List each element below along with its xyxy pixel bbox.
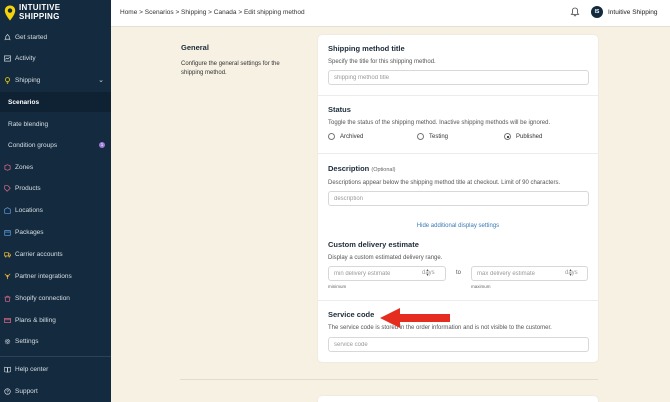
delivery-estimate-label: Custom delivery estimate (328, 240, 419, 249)
delivery-estimate-help: Display a custom estimated delivery rang… (328, 255, 443, 261)
sidebar-item-shopify-connection[interactable]: Shopify connection (0, 288, 111, 308)
sidebar-divider (0, 356, 111, 357)
settings-card: Shipping method title Specify the title … (318, 35, 598, 362)
service-code-input[interactable] (328, 337, 589, 352)
sidebar-item-label: Scenarios (8, 98, 40, 106)
logo-text: INTUITIVE SHIPPING (19, 3, 60, 21)
rocket-icon (4, 33, 11, 40)
book-icon (4, 366, 11, 372)
radio-label: Published (516, 133, 543, 140)
method-title-input[interactable] (328, 70, 589, 85)
section-divider (180, 379, 598, 380)
avatar[interactable]: IS (591, 6, 603, 18)
divider (318, 300, 598, 301)
method-title-label: Shipping method title (328, 44, 405, 53)
building-icon (4, 206, 11, 214)
sidebar-item-label: Shopify connection (15, 294, 70, 302)
lightbulb-icon (5, 76, 10, 84)
sidebar-item-label: Rate blending (8, 120, 49, 128)
sidebar-item-partner-integrations[interactable]: Partner integrations (0, 266, 111, 286)
card-icon (4, 317, 11, 323)
pin-logo-icon (4, 5, 16, 20)
sidebar-item-label: Settings (15, 337, 39, 345)
section-title: General (181, 43, 209, 52)
status-testing-radio[interactable]: Testing (417, 133, 448, 140)
divider (318, 95, 598, 96)
description-label: Description (Optional) (328, 164, 396, 173)
logo-line-2: SHIPPING (19, 11, 60, 21)
sidebar-item-help-center[interactable]: Help center (0, 359, 111, 379)
max-caption: maximum (471, 284, 491, 289)
range-to-text: to (456, 270, 462, 276)
service-code-label: Service code (328, 310, 375, 319)
sidebar-item-label: Plans & billing (15, 316, 56, 324)
plug-icon (4, 273, 11, 279)
radio-label: Testing (429, 133, 449, 140)
sidebar-item-label: Packages (15, 228, 44, 236)
shopify-icon (4, 295, 11, 302)
sidebar-item-label: Get started (15, 33, 48, 41)
sidebar-item-carrier-accounts[interactable]: Carrier accounts (0, 244, 111, 264)
max-stepper[interactable]: ▴ ▾ (568, 267, 573, 277)
tag-icon (4, 184, 11, 192)
gear-icon (4, 338, 11, 344)
status-archived-radio[interactable]: Archived (328, 133, 363, 140)
sidebar-item-label: Help center (15, 365, 49, 373)
sidebar-item-activity[interactable]: Activity (0, 48, 111, 68)
optional-tag: (Optional) (371, 167, 396, 173)
radio-circle-selected (504, 133, 511, 140)
description-label-text: Description (328, 164, 370, 173)
truck-icon (4, 251, 11, 257)
sidebar-item-scenarios[interactable]: Scenarios (0, 92, 111, 112)
sidebar-item-label: Products (15, 184, 41, 192)
sidebar-item-label: Activity (15, 54, 36, 62)
sidebar-item-label: Condition groups (8, 141, 58, 149)
count-badge: 1 (99, 142, 105, 148)
activity-icon (4, 55, 11, 61)
sidebar-item-plans-billing[interactable]: Plans & billing (0, 310, 111, 330)
status-label: Status (328, 105, 351, 114)
sidebar-item-settings[interactable]: Settings (0, 331, 111, 351)
sidebar-item-shipping[interactable]: Shipping ⌄ (0, 70, 111, 90)
divider (318, 153, 598, 154)
sidebar-item-rate-blending[interactable]: Rate blending (0, 114, 111, 134)
sidebar-item-locations[interactable]: Locations (0, 200, 111, 220)
sidebar-item-zones[interactable]: Zones (0, 157, 111, 177)
min-stepper[interactable]: ▴ ▾ (425, 267, 430, 277)
min-caption: minimum (328, 284, 347, 289)
sidebar-item-label: Shipping (15, 76, 41, 84)
zones-icon (4, 163, 11, 171)
radio-circle (328, 133, 335, 140)
breadcrumb[interactable]: Home > Scenarios > Shipping > Canada > E… (120, 9, 305, 16)
section-description: Configure the general settings for the s… (181, 61, 280, 76)
sidebar-item-label: Support (15, 387, 38, 395)
question-icon (4, 387, 11, 395)
store-name[interactable]: Intuitive Shipping (608, 9, 658, 16)
description-help: Descriptions appear below the shipping m… (328, 180, 561, 186)
sidebar-item-label: Carrier accounts (15, 250, 63, 258)
next-card (318, 396, 598, 402)
sidebar-item-condition-groups[interactable]: Condition groups 1 (0, 135, 111, 155)
logo[interactable]: INTUITIVE SHIPPING (4, 3, 60, 21)
chevron-down-icon: ⌄ (98, 77, 104, 84)
sidebar-item-products[interactable]: Products (0, 178, 111, 198)
sidebar-item-support[interactable]: Support (0, 381, 111, 401)
top-bar: Home > Scenarios > Shipping > Canada > E… (111, 0, 670, 27)
annotation-arrow-icon (380, 308, 450, 328)
status-published-radio[interactable]: Published (504, 133, 542, 140)
hide-display-settings-link[interactable]: Hide additional display settings (318, 223, 598, 229)
description-input[interactable] (328, 191, 589, 206)
radio-label: Archived (340, 133, 364, 140)
sidebar-item-label: Zones (15, 163, 34, 171)
radio-circle (417, 133, 424, 140)
status-help: Toggle the status of the shipping method… (328, 120, 551, 126)
bell-icon[interactable] (570, 7, 580, 17)
sidebar-item-get-started[interactable]: Get started (0, 27, 111, 47)
sidebar-item-label: Partner integrations (15, 272, 72, 280)
method-title-help: Specify the title for this shipping meth… (328, 59, 436, 65)
package-icon (4, 229, 11, 236)
sidebar-item-label: Locations (15, 206, 43, 214)
sidebar-item-packages[interactable]: Packages (0, 222, 111, 242)
sidebar: INTUITIVE SHIPPING Get started Activity … (0, 0, 111, 402)
